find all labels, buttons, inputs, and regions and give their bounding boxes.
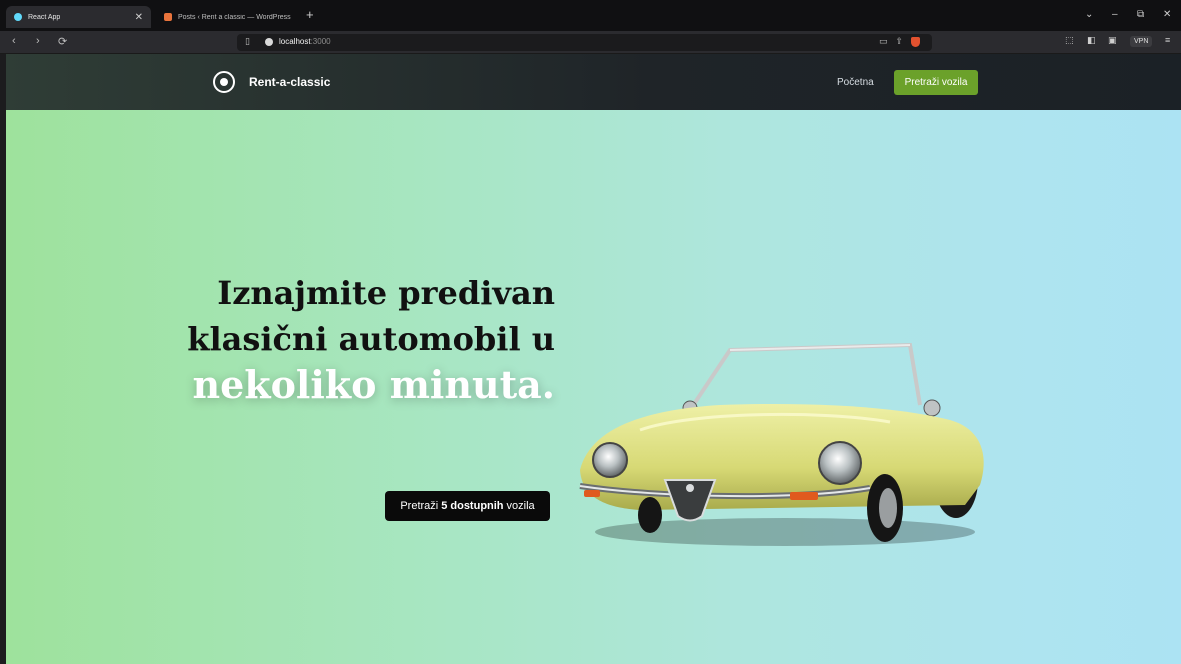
share-icon[interactable]: ⇪ [895,36,903,47]
headline-line-1: Iznajmite predivan [217,274,555,312]
extensions-icon[interactable]: ⬚ [1065,35,1074,46]
close-icon[interactable]: ✕ [135,12,143,23]
cta-bold: dostupnih [450,500,504,512]
cta-suffix: vozila [506,500,535,512]
site-header: Rent-a-classic Početna Pretraži vozila [6,54,1181,110]
web-page: Rent-a-classic Početna Pretraži vozila I… [6,54,1181,664]
tab-react-app[interactable]: React App ✕ [6,6,151,28]
react-icon [14,13,22,21]
logo-icon[interactable] [213,71,235,93]
brand-name[interactable]: Rent-a-classic [249,75,330,89]
headline-line-2: klasični automobil u [187,320,555,358]
classic-car-image [579,342,984,546]
back-icon[interactable]: ‹ [12,35,16,47]
reload-icon[interactable]: ⟳ [58,35,67,48]
url-text: localhost:3000 [279,37,331,46]
menu-icon[interactable]: ≡ [1165,35,1170,45]
new-tab-button[interactable]: + [306,7,314,22]
brave-shield-icon[interactable] [911,36,920,47]
headline-accent: nekoliko minuta. [192,362,555,407]
url-host: localhost [279,37,311,46]
url-port: :3000 [310,37,331,46]
address-bar-actions: ▭ ⇪ [879,36,920,47]
wordpress-icon [164,13,172,21]
site-info-icon[interactable] [265,38,273,46]
nav-search-vehicles-button[interactable]: Pretraži vozila [894,70,978,95]
sidebar-icon[interactable]: ◧ [1087,35,1096,46]
nav-home-link[interactable]: Početna [837,77,874,88]
cta-prefix: Pretraži [400,500,439,512]
forward-icon[interactable]: › [36,35,40,47]
browser-toolbar: ‹ › ⟳ ▯ localhost:3000 ▭ ⇪ ⬚ ◧ ▣ VPN ≡ [0,31,1181,54]
hero-section: Iznajmite predivan klasični automobil u … [6,110,1181,664]
chevron-down-icon[interactable]: ⌄ [1085,9,1093,20]
address-bar[interactable]: ▯ localhost:3000 ▭ ⇪ [237,34,932,51]
browser-tab-bar: React App ✕ Posts ‹ Rent a classic — Wor… [0,0,1181,31]
vpn-button[interactable]: VPN [1130,36,1153,47]
hero-headline: Iznajmite predivan klasični automobil u … [187,270,555,408]
tab-wordpress[interactable]: Posts ‹ Rent a classic — WordPress [156,6,301,28]
close-window-button[interactable]: ✕ [1163,9,1171,20]
cta-count: 5 [441,500,448,512]
cast-icon[interactable]: ▭ [879,36,888,47]
minimize-button[interactable]: – [1112,9,1118,20]
tab-title: Posts ‹ Rent a classic — WordPress [178,13,291,21]
search-available-vehicles-button[interactable]: Pretraži 5 dostupnih vozila [385,491,550,521]
tab-title: React App [28,13,61,21]
bookmark-icon[interactable]: ▯ [245,36,250,47]
wallet-icon[interactable]: ▣ [1108,35,1117,46]
restore-button[interactable]: ⧉ [1137,9,1144,20]
